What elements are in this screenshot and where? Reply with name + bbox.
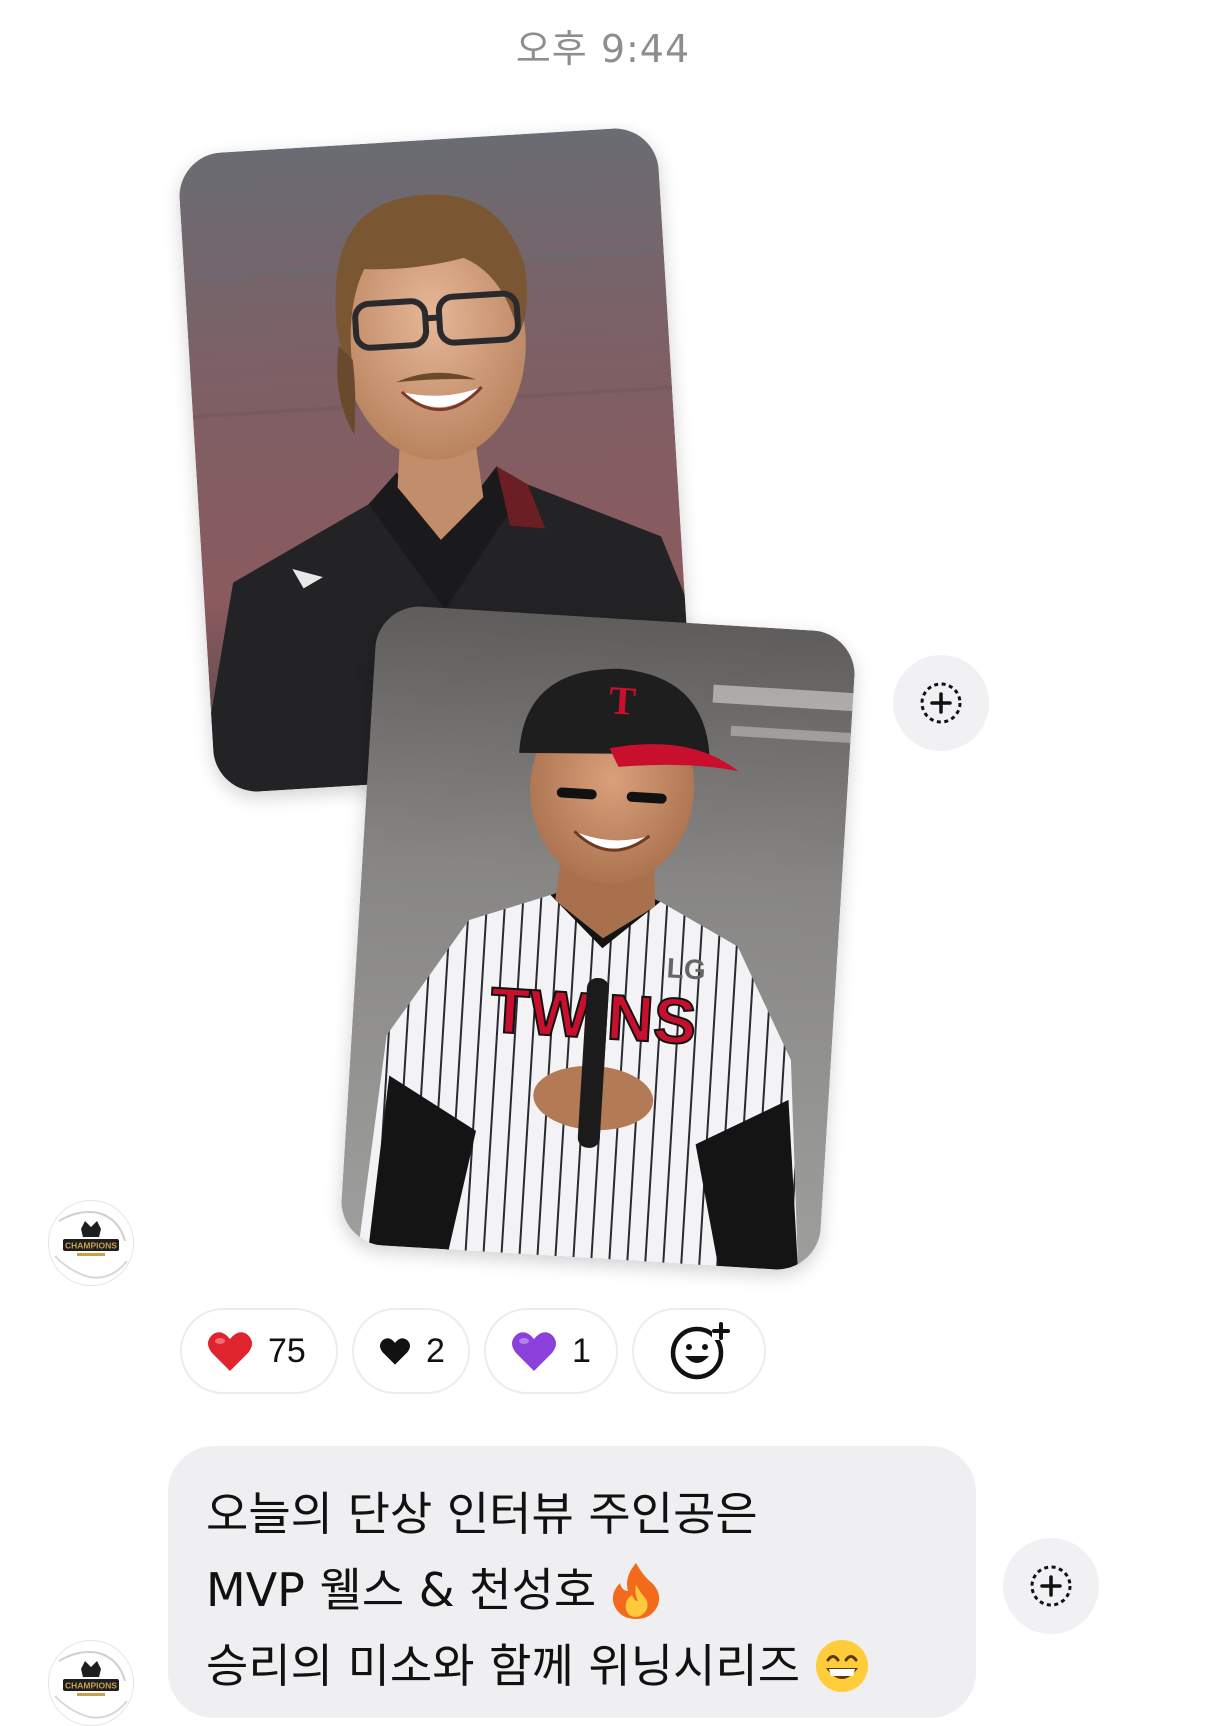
message-line-3-text: 승리의 미소와 함께 위닝시리즈 bbox=[206, 1639, 801, 1693]
red-heart-icon bbox=[206, 1329, 254, 1373]
message-bubble[interactable]: 오늘의 단상 인터뷰 주인공은 MVP 웰스 & 천성호 승리의 미소와 함께 … bbox=[168, 1446, 976, 1718]
reaction-purple-heart[interactable]: 1 bbox=[484, 1308, 618, 1394]
reaction-black-heart[interactable]: 2 bbox=[352, 1308, 470, 1394]
reaction-count: 75 bbox=[268, 1331, 306, 1370]
reaction-count: 2 bbox=[426, 1331, 445, 1370]
grinning-face-icon bbox=[814, 1638, 870, 1694]
champions-logo-avatar: CHAMPIONS bbox=[49, 1201, 133, 1285]
fire-icon bbox=[610, 1561, 662, 1619]
add-reaction-circle-icon bbox=[1030, 1565, 1072, 1607]
black-heart-icon bbox=[378, 1336, 412, 1366]
photo-baseball-player[interactable]: TWINS LG T bbox=[338, 603, 858, 1273]
smiling-baseball-player-photo: TWINS LG T bbox=[338, 603, 858, 1273]
message-line-2: MVP 웰스 & 천성호 bbox=[206, 1552, 976, 1628]
svg-text:CHAMPIONS: CHAMPIONS bbox=[65, 1241, 117, 1251]
add-emoji-reaction-button[interactable] bbox=[632, 1308, 766, 1394]
message-line-1: 오늘의 단상 인터뷰 주인공은 bbox=[206, 1487, 758, 1541]
reaction-red-heart[interactable]: 75 bbox=[180, 1308, 338, 1394]
champions-logo-avatar: CHAMPIONS bbox=[49, 1641, 133, 1725]
svg-text:T: T bbox=[608, 677, 638, 724]
add-emoji-icon bbox=[670, 1322, 730, 1380]
sender-avatar[interactable]: CHAMPIONS bbox=[48, 1200, 134, 1286]
team-logo-text: LG bbox=[666, 952, 707, 985]
timestamp: 오후 9:44 bbox=[515, 27, 691, 71]
message-line-2-text: MVP 웰스 & 천성호 bbox=[206, 1563, 597, 1617]
add-reaction-circle-icon bbox=[920, 682, 962, 724]
photo-reaction-add-button[interactable] bbox=[893, 655, 989, 751]
reaction-bar: 75 2 1 bbox=[180, 1308, 766, 1394]
message-line-3: 승리의 미소와 함께 위닝시리즈 bbox=[206, 1628, 976, 1704]
reaction-count: 1 bbox=[572, 1331, 591, 1370]
sender-avatar[interactable]: CHAMPIONS bbox=[48, 1640, 134, 1726]
purple-heart-icon bbox=[510, 1329, 558, 1373]
message-reaction-add-button[interactable] bbox=[1003, 1538, 1099, 1634]
svg-text:CHAMPIONS: CHAMPIONS bbox=[65, 1681, 117, 1691]
